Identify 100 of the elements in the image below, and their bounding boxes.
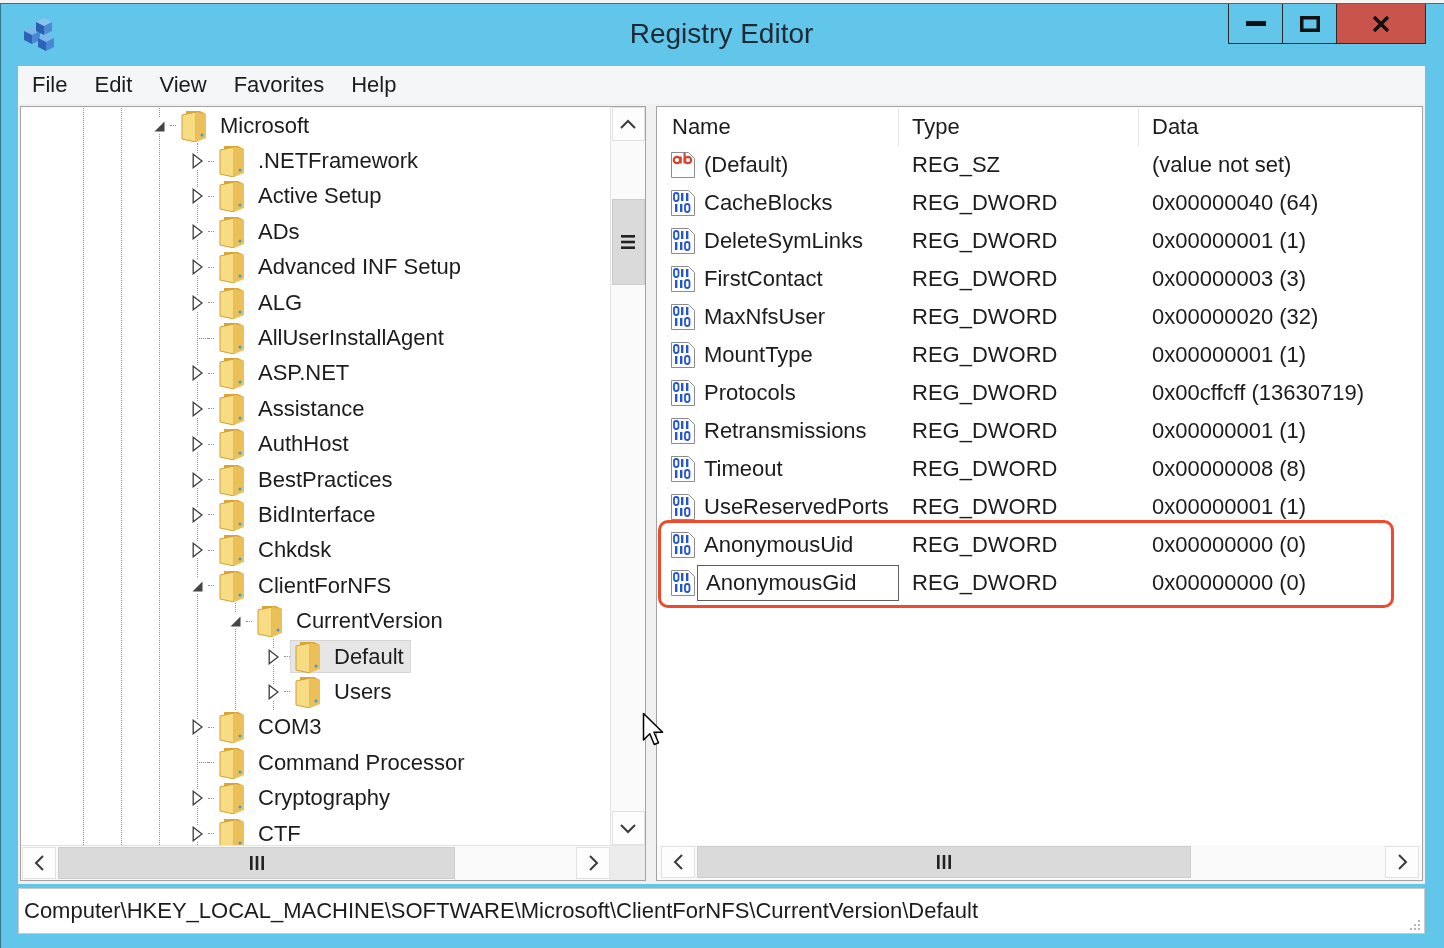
tree-item[interactable]: Microsoft (176, 109, 317, 143)
menu-item[interactable]: Edit (82, 68, 145, 102)
collapsed-caret-icon[interactable] (191, 400, 203, 417)
tree-item[interactable]: BestPractices (214, 463, 400, 497)
collapsed-caret-icon[interactable] (191, 223, 203, 240)
value-data: 0x00000008 (8) (1152, 455, 1307, 483)
binary-value-icon (669, 417, 697, 445)
value-data: 0x00000001 (1) (1152, 341, 1307, 369)
menu-item[interactable]: Help (339, 68, 409, 102)
collapsed-caret-icon[interactable] (191, 790, 203, 807)
tree-item[interactable]: COM3 (214, 710, 329, 744)
scroll-right-button[interactable] (1385, 846, 1419, 878)
grip-icon (249, 856, 264, 870)
minimize-button[interactable] (1228, 4, 1283, 44)
collapsed-caret-icon[interactable] (191, 365, 203, 382)
maximize-icon (1299, 15, 1320, 32)
value-type: REG_DWORD (912, 265, 1058, 293)
column-header[interactable]: Data (1139, 108, 1422, 146)
tree-item[interactable]: Users (290, 675, 399, 709)
tree-item[interactable]: .NETFramework (214, 144, 426, 178)
folder-icon (219, 357, 245, 390)
folder-icon (219, 428, 245, 461)
collapsed-caret-icon[interactable] (191, 825, 203, 842)
menu-item[interactable]: View (147, 68, 219, 102)
horizontal-scrollbar[interactable] (21, 846, 610, 880)
value-name[interactable]: CacheBlocks (704, 188, 833, 218)
value-data: 0x00000000 (0) (1152, 569, 1307, 597)
scroll-down-button[interactable] (611, 811, 645, 845)
value-name[interactable]: UseReservedPorts (704, 492, 889, 522)
menu-item[interactable]: File (20, 68, 80, 102)
collapsed-caret-icon[interactable] (191, 259, 203, 276)
tree-item[interactable]: Active Setup (214, 179, 389, 213)
collapsed-caret-icon[interactable] (191, 507, 203, 523)
value-name[interactable]: MaxNfsUser (704, 302, 825, 332)
tree-item[interactable]: ALG (214, 286, 310, 320)
scrollbar-thumb[interactable] (611, 199, 645, 285)
value-name[interactable]: DeleteSymLinks (704, 226, 863, 256)
binary-value-icon (669, 531, 697, 559)
collapsed-caret-icon[interactable] (191, 471, 203, 488)
scrollbar-thumb[interactable] (58, 847, 455, 879)
collapsed-caret-icon[interactable] (191, 542, 203, 559)
value-name[interactable]: AnonymousUid (704, 530, 854, 560)
scroll-up-button[interactable] (611, 107, 645, 141)
vertical-scrollbar[interactable] (610, 107, 645, 845)
tree-item[interactable]: ClientForNFS (214, 569, 399, 603)
folder-icon (219, 392, 245, 425)
scroll-right-button[interactable] (576, 847, 610, 879)
tree-item[interactable]: AuthHost (214, 427, 356, 461)
scroll-left-button[interactable] (661, 846, 695, 878)
close-button[interactable] (1336, 4, 1426, 44)
value-data: 0x00000001 (1) (1152, 493, 1307, 521)
value-type: REG_DWORD (912, 417, 1058, 445)
rename-field[interactable]: AnonymousGid (697, 565, 899, 601)
tree-item[interactable]: ASP.NET (214, 356, 357, 390)
tree-item[interactable]: ADs (214, 215, 307, 249)
scrollbar-thumb[interactable] (697, 846, 1191, 878)
folder-icon (295, 640, 321, 673)
collapsed-caret-icon[interactable] (191, 153, 203, 170)
value-name[interactable]: Timeout (704, 454, 783, 484)
tree-item[interactable]: Cryptography (214, 781, 398, 815)
folder-icon (219, 569, 245, 602)
scroll-left-button[interactable] (22, 847, 56, 879)
chevron-down-icon (619, 821, 637, 835)
collapsed-caret-icon[interactable] (191, 294, 203, 311)
stacked-cubes-icon (22, 17, 56, 52)
value-name[interactable]: (Default) (704, 150, 789, 180)
value-type: REG_DWORD (912, 455, 1058, 483)
value-name[interactable]: Retransmissions (704, 416, 867, 446)
tree-item[interactable]: Chkdsk (214, 533, 339, 567)
binary-value-icon (669, 341, 697, 369)
grip-icon (621, 235, 635, 249)
chevron-up-icon (619, 117, 637, 131)
value-data: 0x00000001 (1) (1152, 227, 1307, 255)
tree-item[interactable]: Advanced INF Setup (214, 250, 468, 284)
folder-icon (219, 782, 245, 815)
tree-item[interactable]: Command Processor (214, 746, 472, 780)
value-data: 0x00000001 (1) (1152, 417, 1307, 445)
binary-value-icon (669, 455, 697, 483)
collapsed-caret-icon[interactable] (191, 436, 203, 453)
tree-item[interactable]: Default (290, 640, 411, 674)
column-header[interactable]: Name (659, 108, 899, 146)
tree-item[interactable]: CurrentVersion (252, 604, 450, 638)
tree-item[interactable]: AllUserInstallAgent (214, 321, 451, 355)
collapsed-caret-icon[interactable] (191, 719, 203, 736)
collapsed-caret-icon[interactable] (267, 648, 279, 665)
value-name[interactable]: FirstContact (704, 264, 823, 294)
value-data: 0x00000000 (0) (1152, 531, 1307, 559)
folder-icon (219, 534, 245, 567)
value-name[interactable]: MountType (704, 340, 813, 370)
tree-item[interactable]: Assistance (214, 392, 372, 426)
column-header[interactable]: Type (899, 108, 1139, 146)
horizontal-scrollbar[interactable] (657, 845, 1422, 880)
value-type: REG_DWORD (912, 569, 1058, 597)
collapsed-caret-icon[interactable] (191, 188, 203, 205)
value-name[interactable]: Protocols (704, 378, 796, 408)
value-type: REG_DWORD (912, 189, 1058, 217)
tree-item[interactable]: BidInterface (214, 498, 383, 532)
collapsed-caret-icon[interactable] (267, 683, 279, 700)
menu-item[interactable]: Favorites (221, 68, 337, 102)
folder-icon (219, 746, 245, 779)
